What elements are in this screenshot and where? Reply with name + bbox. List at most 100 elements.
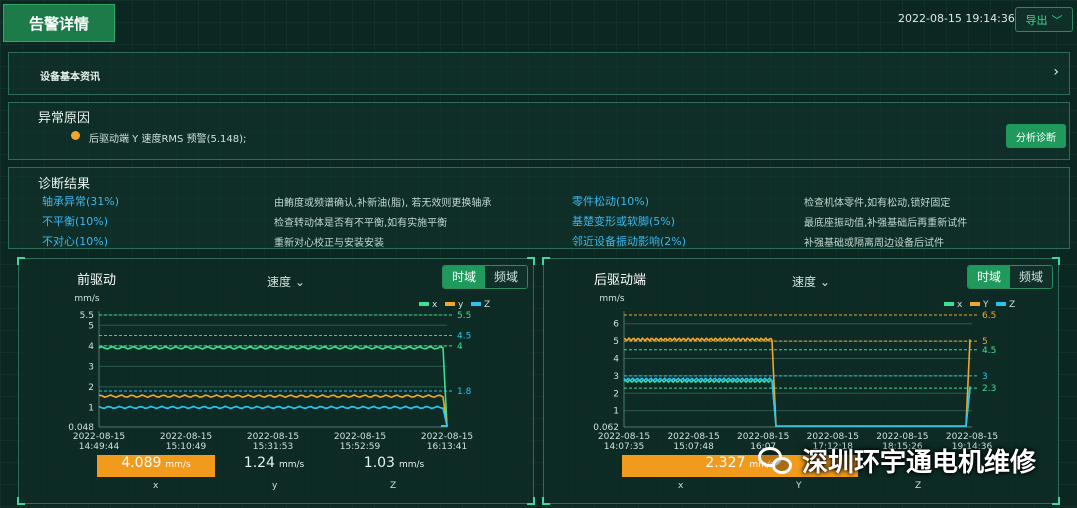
warning-dot-icon [71,131,80,140]
stat-z: 1.03 mm/s [339,455,449,477]
legend-label: Y [982,300,989,310]
y-tick-label: 2 [613,389,619,399]
legend-label: x [432,300,438,310]
diagnosis-item-link[interactable]: 基楚变形或软脚(5%) [572,213,675,229]
stat-unit: mm/s [165,460,191,470]
threshold-label: 1.8 [457,387,472,397]
legend-swatch [445,302,455,306]
x-tick-date: 2022-08-15 [807,432,859,442]
threshold-label: 6.5 [982,311,996,321]
x-tick-time: 14:07:35 [604,442,644,452]
stat-value: 1.03 [363,455,395,471]
diagnosis-panel: 诊断结果 轴承异常(31%) 由鲔度或频谱确认,补新油(脂), 若无效则更换轴承… [8,167,1070,249]
abnormal-message: 后驱动端 Y 速度RMS 预警(5.148); [89,134,247,145]
x-tick-date: 2022-08-15 [247,432,299,442]
threshold-label: 4.5 [457,332,471,342]
watermark-text: 深圳环宇通电机维修 [802,448,1037,478]
series-Z-line [98,405,449,427]
legend-swatch [996,302,1006,306]
legend-label: y [458,300,464,310]
series-Y-line [623,337,971,427]
legend-label: Z [484,300,490,310]
x-tick-date: 2022-08-15 [737,432,789,442]
diagnosis-item-link[interactable]: 零件松动(10%) [572,193,649,209]
legend-swatch [944,302,954,306]
chevron-right-icon[interactable]: › [1053,64,1059,80]
time-domain-plot: mm/s0.0621234566.554.532.32022-08-1514:0… [593,294,1015,452]
wechat-icon [758,445,794,477]
x-tick-date: 2022-08-15 [334,432,386,442]
series-x-line [98,345,448,427]
series-x-line [623,378,971,427]
legend-label: Z [1009,300,1015,310]
y-axis-label: mm/s [599,294,625,304]
legend-label: x [957,300,963,310]
stat-unit: mm/s [278,460,305,470]
threshold-label: 4 [457,342,463,352]
diagnosis-advice: 检查机体零件,如有松动,锁好固定 [804,198,951,209]
stat-value: 1.24 [243,455,275,471]
y-tick-label: 4 [613,354,619,364]
diagnosis-title: 诊断结果 [38,177,91,192]
x-tick-date: 2022-08-15 [876,432,928,442]
basic-info-panel[interactable]: 设备基本资讯 › [8,52,1070,95]
stat-label: x [153,481,159,491]
watermark: 深圳环宇通电机维修 [758,442,1036,479]
diagnosis-advice: 由鲔度或频谱确认,补新油(脂), 若无效则更换轴承 [274,198,492,209]
legend-swatch [970,302,980,306]
x-tick-date: 2022-08-15 [598,432,650,442]
y-tick-label: 4 [88,342,94,352]
legend-swatch [419,302,429,306]
x-tick-time: 16:13:41 [427,442,467,452]
x-tick-time: 14:49:44 [79,442,120,452]
basic-info-title: 设备基本资讯 [40,72,100,83]
threshold-label: 2.3 [982,384,996,394]
y-tick-label: 2 [88,383,94,393]
diagnosis-item-link[interactable]: 不平衡(10%) [42,213,108,229]
y-tick-label: 1 [613,407,619,417]
diagnosis-item-link[interactable]: 不对心(10%) [42,233,108,249]
diagnosis-advice: 最底座振动值,补强基础后再重新试件 [804,218,968,229]
y-tick-label: 3 [88,362,94,372]
x-tick-date: 2022-08-15 [667,432,719,442]
stat-label: Z [915,481,922,491]
y-tick-label: 5 [613,337,619,347]
y-tick-label: 5 [88,321,94,331]
x-tick-time: 15:52:59 [340,442,381,452]
threshold-label: 3 [982,372,988,382]
abnormal-cause-title: 异常原因 [38,111,91,126]
chevron-down-icon: ﹀ [1051,13,1063,27]
analyze-diagnose-button[interactable]: 分析诊断 [1006,124,1066,148]
y-tick-label: 1 [88,403,94,413]
corner-decoration [542,497,550,505]
diagnosis-advice: 检查转动体是否有不平衡,如有实施平衡 [274,218,448,229]
stat-label: x [678,481,684,491]
diagnosis-advice: 重新对心校正与安装安装 [274,238,384,249]
stat-x: 4.089 mm/s [97,455,215,477]
x-tick-date: 2022-08-15 [421,432,473,442]
front-drive-chart-card: 前驱动 速度 ⌄ 时域 频域 mm/s 0.048 1 2 3 4 5 5.5 5.5 4.5 4 1… [17,257,535,505]
y-tick-label: 5.5 [80,311,94,321]
x-tick-time: 15:10:49 [166,442,207,452]
stat-unit: mm/s [398,460,425,470]
export-label: 导出 [1025,13,1048,27]
tab-alarm-detail[interactable]: 告警详情 [3,4,115,42]
stat-label: Z [390,481,397,491]
threshold-label: 4.5 [982,346,996,356]
diagnosis-item-link[interactable]: 邻近设备振动影响(2%) [572,233,686,249]
diagnosis-item-link[interactable]: 轴承异常(31%) [42,193,119,209]
stat-y: 1.24 mm/s [219,455,329,477]
x-tick-date: 2022-08-15 [946,432,998,442]
stat-label: y [272,481,278,491]
x-tick-date: 2022-08-15 [160,432,212,442]
threshold-label: 5.5 [457,311,471,321]
series-y-line [98,394,448,427]
y-axis-label: mm/s [74,294,100,304]
stat-value: 2.327 [705,455,746,471]
x-tick-time: 15:31:53 [253,442,293,452]
legend-swatch [471,302,481,306]
y-tick-label: 6 [613,320,619,330]
export-button[interactable]: 导出 ﹀ [1015,7,1073,32]
stat-value: 4.089 [121,455,162,471]
corner-decoration [527,497,535,505]
